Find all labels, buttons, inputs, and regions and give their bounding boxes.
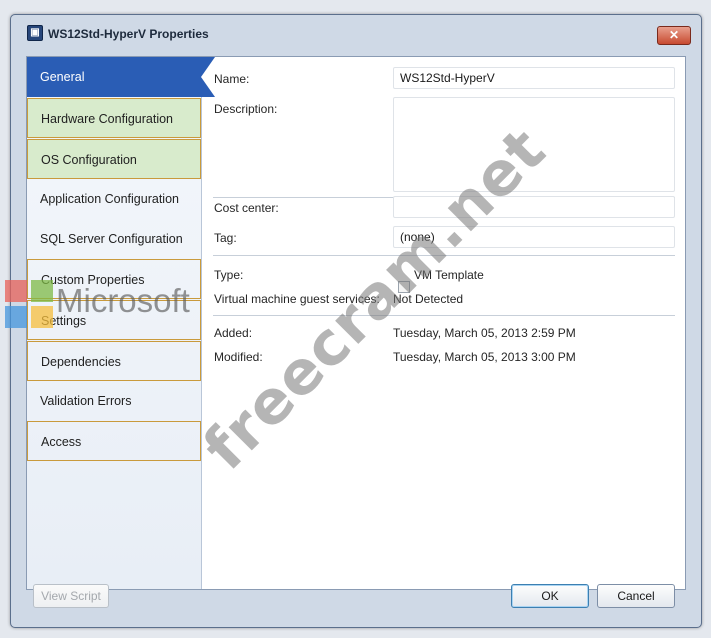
separator <box>213 315 675 316</box>
description-field[interactable] <box>393 97 675 192</box>
added-label: Added: <box>214 326 253 340</box>
name-field[interactable]: WS12Std-HyperV <box>393 67 675 89</box>
guest-services-label: Virtual machine guest services: <box>214 292 380 306</box>
tag-label: Tag: <box>214 231 237 245</box>
sidebar-item-application-configuration[interactable]: Application Configuration <box>27 179 201 219</box>
view-script-button[interactable]: View Script <box>33 584 109 608</box>
cost-center-label: Cost center: <box>214 201 279 215</box>
type-value: VM Template <box>414 268 484 282</box>
title-bar: ▣ WS12Std-HyperV Properties ✕ <box>11 15 701 45</box>
ok-button[interactable]: OK <box>511 584 589 608</box>
close-button[interactable]: ✕ <box>657 26 691 45</box>
sidebar-nav: General Hardware Configuration OS Config… <box>27 57 215 589</box>
modified-value: Tuesday, March 05, 2013 3:00 PM <box>393 350 576 364</box>
separator <box>213 255 675 256</box>
sidebar-item-os-configuration[interactable]: OS Configuration <box>27 139 201 179</box>
sidebar-item-access[interactable]: Access <box>27 421 201 461</box>
sidebar-item-dependencies[interactable]: Dependencies <box>27 341 201 381</box>
sidebar-item-general[interactable]: General <box>27 57 215 97</box>
dialog-client-area: General Hardware Configuration OS Config… <box>26 56 686 590</box>
window-title: WS12Std-HyperV Properties <box>48 27 209 41</box>
description-label: Description: <box>214 102 278 116</box>
sidebar-item-validation-errors[interactable]: Validation Errors <box>27 381 201 421</box>
guest-services-value: Not Detected <box>393 292 464 306</box>
added-value: Tuesday, March 05, 2013 2:59 PM <box>393 326 576 340</box>
cancel-button[interactable]: Cancel <box>597 584 675 608</box>
cost-center-field[interactable] <box>393 196 675 218</box>
sidebar-item-settings[interactable]: Settings <box>27 300 201 340</box>
name-label: Name: <box>214 72 250 86</box>
tag-field[interactable]: (none) <box>393 226 675 248</box>
sidebar-item-custom-properties[interactable]: Custom Properties <box>27 259 201 299</box>
sidebar-item-sql-server-configuration[interactable]: SQL Server Configuration <box>27 219 201 259</box>
sidebar-item-hardware-configuration[interactable]: Hardware Configuration <box>27 98 201 138</box>
modified-label: Modified: <box>214 350 263 364</box>
properties-dialog: ▣ WS12Std-HyperV Properties ✕ General Ha… <box>10 14 702 628</box>
type-label: Type: <box>214 268 244 282</box>
vm-properties-icon: ▣ <box>27 25 43 41</box>
